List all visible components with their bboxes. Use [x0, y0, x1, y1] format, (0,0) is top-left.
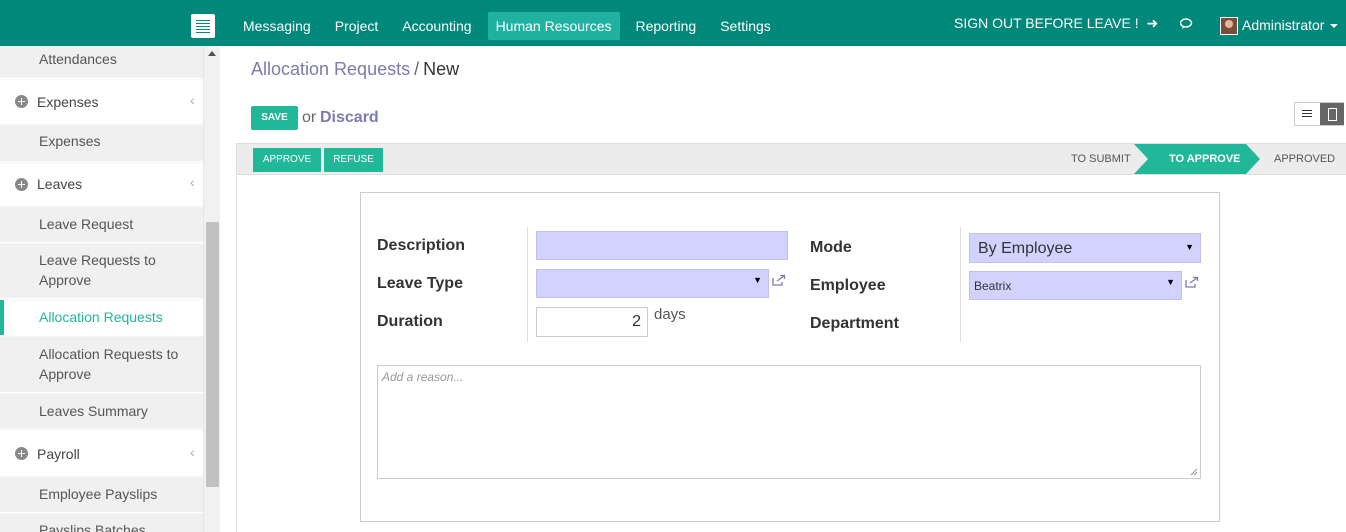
sidebar-item-attendances[interactable]: Attendances [0, 46, 203, 79]
sidebar-category-label: Leaves [37, 176, 83, 192]
statusbar: APPROVE REFUSE TO SUBMIT TO APPROVE APPR… [236, 143, 1346, 175]
mode-label: Mode [810, 239, 852, 256]
sidebar-category-label: Expenses [37, 94, 99, 110]
sidebar: Attendances Expenses ‹ Expenses Leaves ‹… [0, 46, 203, 532]
save-button[interactable]: SAVE [251, 106, 298, 130]
or-text: or [302, 109, 317, 126]
sidebar-item-leaves-summary[interactable]: Leaves Summary [0, 394, 203, 430]
menu-reporting[interactable]: Reporting [628, 12, 705, 40]
employee-label: Employee [810, 277, 886, 294]
breadcrumb-current: New [423, 59, 460, 79]
chevron-left-icon: ‹ [190, 174, 195, 190]
menu-settings[interactable]: Settings [712, 12, 779, 40]
plus-circle-icon [15, 447, 28, 460]
plus-circle-icon [15, 178, 28, 191]
breadcrumb-parent-link[interactable]: Allocation Requests [251, 59, 410, 79]
dropdown-arrow-icon: ▼ [1185, 242, 1194, 252]
reason-placeholder: Add a reason... [382, 370, 464, 384]
menu-messaging[interactable]: Messaging [235, 12, 319, 40]
breadcrumb: Allocation Requests / New [251, 59, 459, 80]
resize-handle-icon[interactable] [1190, 468, 1198, 476]
sidebar-category-expenses[interactable]: Expenses ‹ [0, 80, 203, 124]
stage-to-approve[interactable]: TO APPROVE [1169, 144, 1241, 174]
menu-accounting[interactable]: Accounting [394, 12, 479, 40]
user-menu[interactable]: Administrator [1242, 17, 1339, 33]
employee-select[interactable]: Beatrix ▼ [969, 271, 1182, 300]
sign-out-icon: ➜ [1146, 15, 1159, 31]
approve-button[interactable]: APPROVE [253, 148, 321, 172]
sidebar-item-label: Employee Payslips [39, 486, 158, 502]
menu-human-resources[interactable]: Human Resources [487, 12, 620, 40]
breadcrumb-separator: / [414, 59, 420, 79]
sidebar-item-payslips-batches[interactable]: Payslips Batches [0, 514, 203, 532]
leave-type-select[interactable]: ▼ [536, 269, 769, 298]
stage-approved[interactable]: APPROVED [1274, 144, 1335, 174]
chevron-left-icon: ‹ [190, 444, 195, 460]
sidebar-item-label: Expenses [39, 133, 101, 149]
user-avatar[interactable] [1220, 17, 1238, 35]
sidebar-item-label: Leaves Summary [39, 403, 148, 419]
refuse-button[interactable]: REFUSE [324, 148, 383, 172]
sidebar-item-employee-payslips[interactable]: Employee Payslips [0, 477, 203, 513]
sidebar-scrollbar[interactable] [203, 46, 220, 532]
sidebar-item-label: Attendances [39, 51, 117, 67]
sidebar-item-label: Allocation Requests [39, 309, 163, 325]
main-menu: Messaging Project Accounting Human Resou… [235, 12, 787, 40]
mode-select[interactable]: By Employee ▼ [969, 233, 1201, 263]
column-divider [527, 227, 528, 342]
sidebar-item-label: Payslips Batches [39, 522, 146, 532]
stage-to-submit[interactable]: TO SUBMIT [1071, 144, 1131, 174]
top-navbar: Messaging Project Accounting Human Resou… [0, 0, 1346, 46]
leave-type-label: Leave Type [377, 275, 463, 292]
dropdown-arrow-icon: ▼ [1166, 277, 1175, 287]
department-label: Department [810, 315, 899, 332]
sidebar-item-leave-requests-to-approve[interactable]: Leave Requests to Approve [0, 244, 203, 299]
sidebar-category-label: Payroll [37, 446, 80, 462]
plus-circle-icon [15, 95, 28, 108]
sidebar-item-leave-request[interactable]: Leave Request [0, 207, 203, 243]
sign-out-label: SIGN OUT BEFORE LEAVE ! [954, 15, 1139, 31]
sidebar-item-label: Leave Request [39, 216, 134, 232]
description-input[interactable] [536, 231, 788, 260]
sidebar-item-label: Leave Requests to Approve [39, 252, 156, 288]
dropdown-arrow-icon: ▼ [753, 275, 762, 285]
sidebar-item-allocation-requests-to-approve[interactable]: Allocation Requests to Approve [0, 337, 203, 393]
sidebar-category-leaves[interactable]: Leaves ‹ [0, 163, 203, 206]
scroll-up-arrow-icon[interactable] [208, 51, 216, 56]
mode-value: By Employee [978, 240, 1073, 257]
sign-out-link[interactable]: SIGN OUT BEFORE LEAVE ! ➜ [954, 15, 1158, 32]
chat-icon[interactable] [1180, 18, 1194, 29]
list-view-icon[interactable] [1295, 103, 1320, 125]
chevron-down-icon [1330, 24, 1339, 29]
user-name: Administrator [1242, 17, 1325, 33]
view-switcher [1294, 102, 1344, 126]
menu-project[interactable]: Project [327, 12, 387, 40]
discard-link[interactable]: Discard [320, 109, 379, 127]
column-divider [960, 227, 961, 342]
duration-input[interactable]: 2 [536, 307, 648, 337]
sidebar-category-payroll[interactable]: Payroll ‹ [0, 431, 203, 476]
scrollbar-thumb[interactable] [206, 222, 219, 487]
duration-label: Duration [377, 313, 443, 330]
sidebar-item-label: Allocation Requests to Approve [39, 346, 179, 382]
description-label: Description [377, 237, 466, 254]
external-link-icon[interactable] [1185, 276, 1199, 288]
apps-menu-icon[interactable] [191, 14, 215, 38]
sidebar-item-expenses[interactable]: Expenses [0, 125, 203, 162]
external-link-icon[interactable] [772, 274, 786, 286]
duration-unit: days [654, 306, 686, 323]
sidebar-item-allocation-requests[interactable]: Allocation Requests [0, 300, 203, 336]
form-view-icon[interactable] [1320, 103, 1344, 125]
chevron-left-icon: ‹ [190, 92, 195, 108]
reason-textarea[interactable]: Add a reason... [377, 365, 1201, 479]
employee-value: Beatrix [974, 279, 1012, 293]
